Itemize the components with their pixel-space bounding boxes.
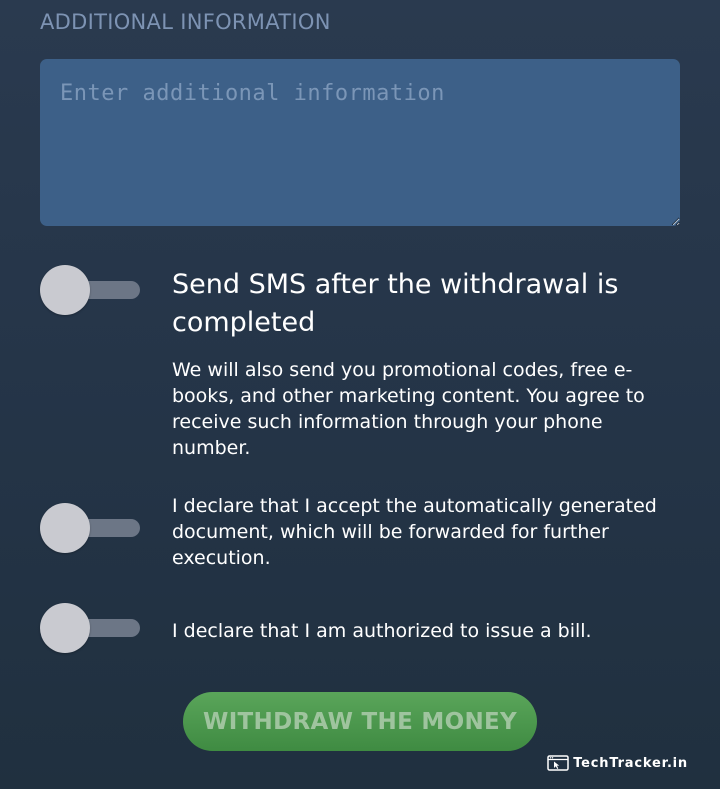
bill-authorization-toggle[interactable]	[40, 603, 140, 653]
document-consent-toggle[interactable]	[40, 503, 140, 553]
toggle-knob	[40, 603, 90, 653]
sms-consent-description: We will also send you promotional codes,…	[172, 359, 645, 459]
watermark-text: TechTracker.in	[573, 755, 688, 771]
sms-consent-toggle[interactable]	[40, 265, 140, 315]
additional-info-textarea[interactable]	[40, 59, 680, 226]
toggle-knob	[40, 265, 90, 315]
watermark: TechTracker.in	[547, 755, 688, 771]
sms-consent-heading: Send SMS after the withdrawal is complet…	[172, 269, 619, 338]
bill-authorization-text: I declare that I am authorized to issue …	[172, 620, 592, 642]
withdraw-money-button[interactable]: WITHDRAW THE MONEY	[183, 692, 537, 751]
toggle-knob	[40, 503, 90, 553]
browser-cursor-icon	[547, 755, 569, 771]
additional-info-label: ADDITIONAL INFORMATION	[40, 10, 331, 34]
document-consent-text: I declare that I accept the automaticall…	[172, 495, 657, 569]
